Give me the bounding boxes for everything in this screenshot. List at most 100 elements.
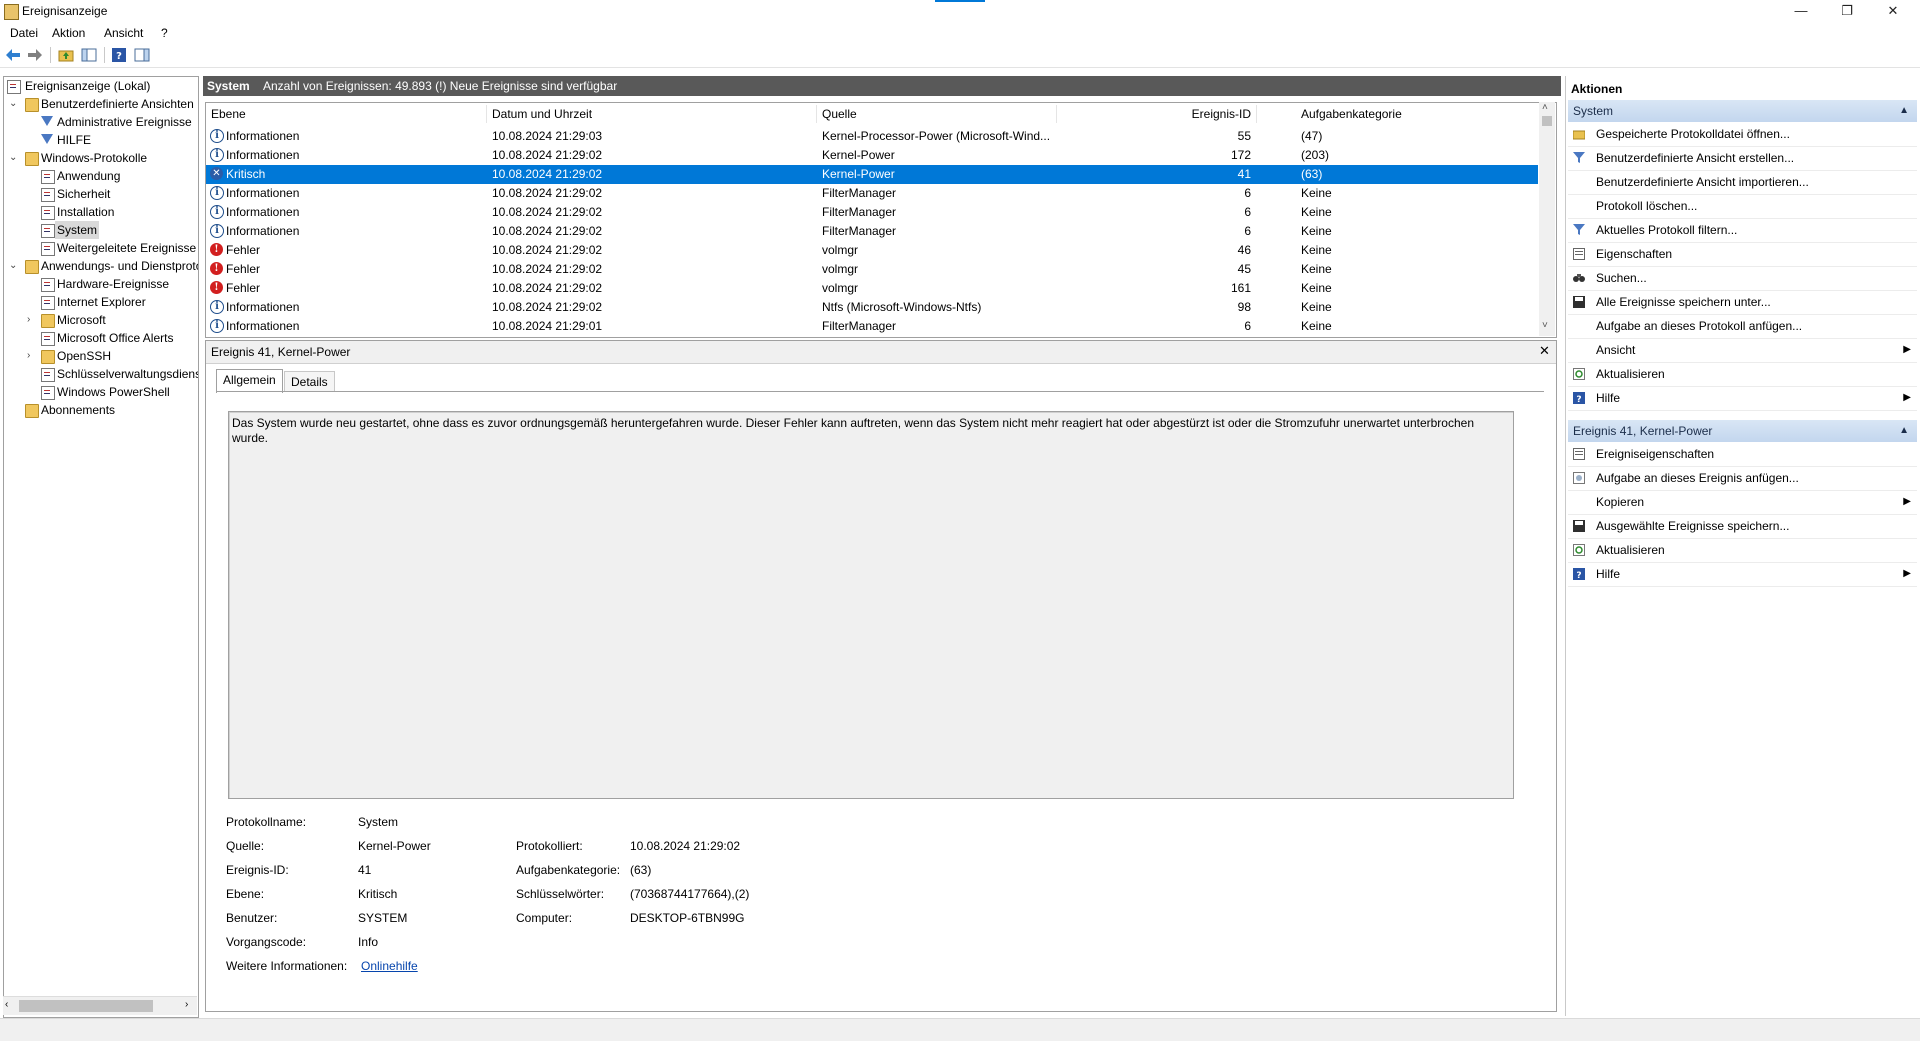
scroll-down-icon[interactable]: ˅ (1542, 320, 1548, 331)
action-aktualisieren[interactable]: Aktualisieren (1568, 362, 1917, 387)
tab-details[interactable]: Details (284, 371, 335, 392)
cell-level: Fehler (226, 262, 261, 276)
cell-task-category: Keine (1301, 262, 1332, 276)
scrollbar-thumb[interactable] (1542, 116, 1552, 126)
event-row[interactable]: i Informationen 10.08.2024 21:29:03 Kernel-… (206, 127, 1538, 146)
col-header-source[interactable]: Quelle (822, 107, 857, 121)
event-row[interactable]: i Informationen 10.08.2024 21:29:02 FilterM… (206, 184, 1538, 203)
action-label: Aktualisieren (1596, 367, 1665, 381)
action-alle-ereignisse-speichern-unter[interactable]: Alle Ereignisse speichern unter... (1568, 290, 1917, 315)
action-hilfe[interactable]: ? Hilfe ▶ (1568, 562, 1917, 587)
action-protokoll-löschen[interactable]: Protokoll löschen... (1568, 194, 1917, 219)
online-help-link[interactable]: Onlinehilfe (361, 959, 418, 973)
tab-allgemein[interactable]: Allgemein (216, 369, 283, 393)
action-ansicht[interactable]: Ansicht ▶ (1568, 338, 1917, 363)
scroll-right-icon[interactable]: › (185, 999, 188, 1010)
action-aufgabe-an-dieses-protokoll-anfügen[interactable]: Aufgabe an dieses Protokoll anfügen... (1568, 314, 1917, 339)
section-label: System (1573, 104, 1614, 118)
action-gespeicherte-protokolldatei-öffnen[interactable]: Gespeicherte Protokolldatei öffnen... (1568, 122, 1917, 147)
column-divider[interactable] (816, 105, 817, 123)
action-ausgewählte-ereignisse-speichern[interactable]: Ausgewählte Ereignisse speichern... (1568, 514, 1917, 539)
cell-level: Kritisch (226, 167, 266, 181)
cell-event-id: 45 (1237, 262, 1251, 276)
forward-button[interactable] (26, 46, 44, 64)
minimize-button[interactable]: — (1778, 0, 1824, 23)
event-row[interactable]: ! Fehler 10.08.2024 21:29:02 volmgr 46 Keine (206, 241, 1538, 260)
detail-close-icon[interactable]: ✕ (1539, 343, 1550, 359)
action-aktuelles-protokoll-filtern[interactable]: Aktuelles Protokoll filtern... (1568, 218, 1917, 243)
action-eigenschaften[interactable]: Eigenschaften (1568, 242, 1917, 267)
tree-item-label: Weitergeleitete Ereignisse (57, 241, 197, 255)
column-divider[interactable] (1056, 105, 1057, 123)
section-label: Ereignis 41, Kernel-Power (1573, 424, 1713, 438)
expand-chevron-icon[interactable]: ⌄ (9, 149, 19, 167)
cell-event-id: 161 (1230, 281, 1251, 295)
cell-source: FilterManager (822, 319, 897, 333)
column-divider[interactable] (1256, 105, 1257, 123)
tree-horizontal-scrollbar[interactable]: ‹ › (3, 996, 197, 1015)
expand-chevron-icon[interactable]: ⌄ (9, 95, 19, 113)
action-label: Alle Ereignisse speichern unter... (1596, 295, 1771, 309)
up-folder-button[interactable] (57, 46, 75, 64)
action-benutzerdefinierte-ansicht-erstellen[interactable]: Benutzerdefinierte Ansicht erstellen... (1568, 146, 1917, 171)
menu-datei[interactable]: Datei (10, 26, 38, 40)
actions-section-system[interactable]: System ▲ (1568, 100, 1917, 122)
cell-level: Informationen (226, 148, 300, 162)
log-icon (41, 296, 55, 310)
action-suchen[interactable]: Suchen... (1568, 266, 1917, 291)
event-row[interactable]: ✕ Kritisch 10.08.2024 21:29:02 Kernel-Power… (206, 165, 1538, 184)
event-row[interactable]: i Informationen 10.08.2024 21:29:02 Kernel-… (206, 146, 1538, 165)
col-header-level[interactable]: Ebene (211, 107, 246, 121)
col-header-task-category[interactable]: Aufgabenkategorie (1301, 107, 1402, 121)
menu-aktion[interactable]: Aktion (52, 26, 85, 40)
scrollbar-thumb[interactable] (19, 1000, 153, 1012)
action-hilfe[interactable]: ? Hilfe ▶ (1568, 386, 1917, 411)
action-aktualisieren[interactable]: Aktualisieren (1568, 538, 1917, 563)
col-header-date[interactable]: Datum und Uhrzeit (492, 107, 592, 121)
tree-item-label: Administrative Ereignisse (57, 115, 192, 129)
event-row[interactable]: i Informationen 10.08.2024 21:29:02 FilterM… (206, 203, 1538, 222)
event-row[interactable]: i Informationen 10.08.2024 21:29:02 FilterM… (206, 222, 1538, 241)
cell-date: 10.08.2024 21:29:02 (492, 281, 603, 295)
collapse-arrow-icon[interactable]: ▲ (1899, 100, 1909, 122)
tree-item-system[interactable]: System (7, 221, 112, 239)
menu-help[interactable]: ? (161, 26, 168, 40)
back-button[interactable] (4, 46, 22, 64)
folder-icon (41, 350, 55, 364)
show-hide-tree-button[interactable] (80, 46, 98, 64)
actions-section-event[interactable]: Ereignis 41, Kernel-Power ▲ (1568, 420, 1917, 442)
info-icon: i (210, 205, 224, 219)
col-header-event-id[interactable]: Ereignis-ID (1131, 107, 1251, 121)
event-row[interactable]: i Informationen 10.08.2024 21:29:02 Ntfs (M… (206, 298, 1538, 317)
event-row[interactable]: ! Fehler 10.08.2024 21:29:02 volmgr 45 Keine (206, 260, 1538, 279)
expand-chevron-icon[interactable]: › (27, 311, 37, 329)
column-divider[interactable] (486, 105, 487, 123)
cell-task-category: Keine (1301, 186, 1332, 200)
cell-task-category: Keine (1301, 224, 1332, 238)
show-hide-action-pane-button[interactable] (133, 46, 151, 64)
event-viewer-icon (7, 80, 21, 94)
cell-date: 10.08.2024 21:29:02 (492, 148, 603, 162)
action-kopieren[interactable]: Kopieren ▶ (1568, 490, 1917, 515)
maximize-button[interactable]: ❐ (1824, 0, 1870, 23)
action-aufgabe-an-dieses-ereignis-anfügen[interactable]: Aufgabe an dieses Ereignis anfügen... (1568, 466, 1917, 491)
event-description-box[interactable]: Das System wurde neu gestartet, ohne das… (228, 411, 1514, 799)
event-row[interactable]: ! Fehler 10.08.2024 21:29:02 volmgr 161 Keine (206, 279, 1538, 298)
event-row[interactable]: i Informationen 10.08.2024 21:29:01 FilterM… (206, 317, 1538, 336)
expand-chevron-icon[interactable]: › (27, 347, 37, 365)
save-disk-icon (1573, 296, 1585, 308)
info-icon: i (210, 224, 224, 238)
tree-item-label: HILFE (57, 133, 92, 147)
help-button[interactable]: ? (110, 46, 128, 64)
close-button[interactable]: ✕ (1870, 0, 1916, 23)
menu-ansicht[interactable]: Ansicht (104, 26, 143, 40)
action-ereigniseigenschaften[interactable]: Ereigniseigenschaften (1568, 442, 1917, 467)
collapse-arrow-icon[interactable]: ▲ (1899, 420, 1909, 442)
action-benutzerdefinierte-ansicht-importieren[interactable]: Benutzerdefinierte Ansicht importieren..… (1568, 170, 1917, 195)
scroll-up-icon[interactable]: ˄ (1542, 102, 1548, 113)
subscriptions-icon (25, 404, 39, 418)
field-label-level: Ebene: (226, 887, 265, 901)
expand-chevron-icon[interactable]: ⌄ (9, 257, 19, 275)
scroll-left-icon[interactable]: ‹ (5, 999, 8, 1010)
event-table-scrollbar[interactable]: ˄ ˅ (1539, 102, 1555, 336)
